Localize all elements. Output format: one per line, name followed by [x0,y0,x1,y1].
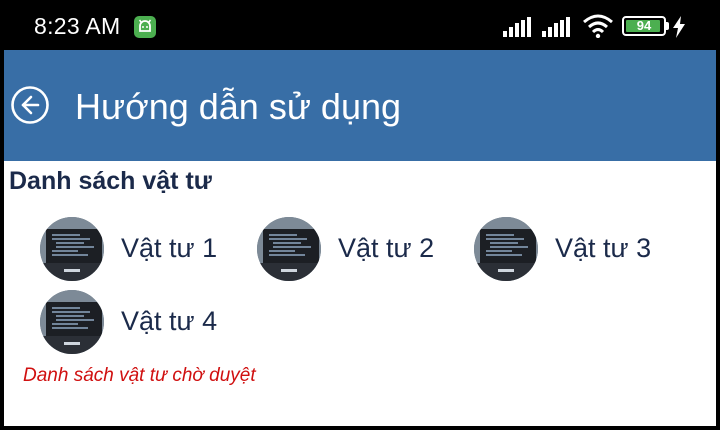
battery-level-text: 94 [636,18,652,33]
item-thumbnail [40,290,104,354]
item-label: Vật tư 1 [121,233,218,263]
android-robot-icon [134,16,156,38]
charging-bolt-icon [673,16,685,38]
battery-tip [666,22,669,30]
signal-strength-icon-2 [542,17,570,37]
section-title: Danh sách vật tư [9,167,212,195]
app-screen: Hướng dẫn sử dụng Danh sách vật tư Vật t… [0,50,720,430]
list-item[interactable]: Vật tư 2 [257,217,437,281]
item-label: Vật tư 2 [338,233,435,263]
page-title: Hướng dẫn sử dụng [75,86,402,127]
pending-list-link[interactable]: Danh sách vật tư chờ duyệt [23,365,256,387]
app-bar: Hướng dẫn sử dụng [4,50,716,161]
status-time: 8:23 AM [34,13,121,39]
status-bar: 8:23 AM 94 [0,0,720,50]
wifi-icon [583,14,613,38]
list-item[interactable]: Vật tư 4 [40,290,220,354]
item-thumbnail [257,217,321,281]
back-button[interactable] [10,85,50,125]
list-item[interactable]: Vật tư 3 [474,217,654,281]
item-label: Vật tư 3 [555,233,652,263]
battery-icon: 94 [622,16,666,36]
list-item[interactable]: Vật tư 1 [40,217,220,281]
signal-strength-icon [503,17,531,37]
back-arrow-circle-icon [11,86,49,124]
item-label: Vật tư 4 [121,306,218,336]
item-thumbnail [40,217,104,281]
item-thumbnail [474,217,538,281]
